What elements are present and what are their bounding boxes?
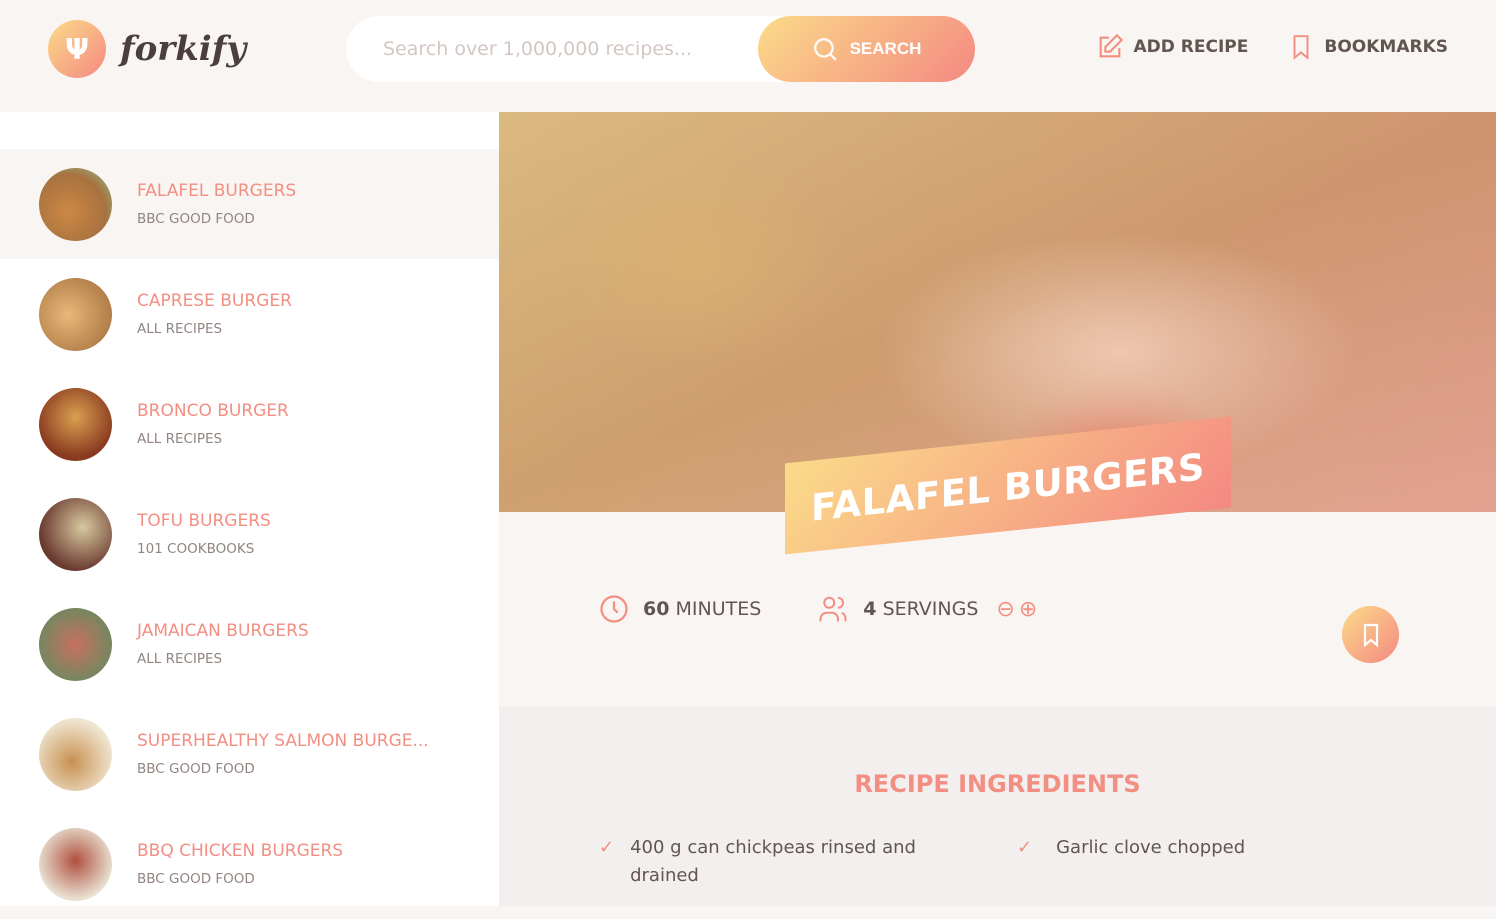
result-title: JAMAICAN BURGERS [137,621,309,641]
fork-spoon-icon: Ψ [48,20,106,78]
result-title: BRONCO BURGER [137,401,289,421]
result-item[interactable]: JAMAICAN BURGERS ALL RECIPES [0,589,499,699]
search-button[interactable]: SEARCH [758,16,975,82]
search-icon [813,38,837,61]
edit-icon [1099,33,1123,58]
decrease-servings-button[interactable]: ⊖ [996,597,1014,622]
clock-icon [600,595,628,623]
recipe-thumbnail [39,387,112,461]
check-icon: ✓ [1017,837,1033,858]
recipe-servings: 4 SERVINGS ⊖ ⊕ [817,594,1037,624]
servings-label: SERVINGS [882,598,979,620]
result-title: BBQ CHICKEN BURGERS [137,841,344,861]
result-title: FALAFEL BURGERS [137,181,297,201]
logo-text: forkify [120,29,247,69]
ingredient-description: Garlic clove chopped [1056,837,1246,858]
search-input[interactable] [383,38,743,60]
bookmark-icon [1363,623,1378,647]
recipe-details: 60 MINUTES 4 SERVINGS ⊖ ⊕ [499,512,1496,706]
bookmarks-label: BOOKMARKS [1324,37,1448,57]
minutes-label: MINUTES [675,598,762,620]
search-form: SEARCH [346,16,975,82]
result-publisher: BBC GOOD FOOD [137,761,255,777]
add-recipe-button[interactable]: ADD RECIPE [1096,33,1249,61]
nav: ADD RECIPE BOOKMARKS [1096,33,1448,61]
search-label: SEARCH [849,39,922,58]
result-title: TOFU BURGERS [137,511,271,531]
result-publisher: ALL RECIPES [137,651,223,667]
result-publisher: ALL RECIPES [137,321,223,337]
result-item[interactable]: TOFU BURGERS 101 COOKBOOKS [0,479,499,589]
recipe: FALAFEL BURGERS 60 MINUTES 4 SERVINGS ⊖ ⊕… [499,112,1496,906]
ingredient-quantity: 400 g [630,837,682,858]
result-publisher: 101 COOKBOOKS [137,541,255,557]
minutes-value: 60 [643,598,670,620]
logo[interactable]: Ψ forkify [48,20,246,78]
bookmark-recipe-button[interactable] [1342,606,1399,663]
result-item[interactable]: CAPRESE BURGER ALL RECIPES [0,259,499,369]
result-item[interactable]: BRONCO BURGER ALL RECIPES [0,369,499,479]
recipe-thumbnail [39,167,112,241]
recipe-time: 60 MINUTES [599,594,761,624]
result-publisher: BBC GOOD FOOD [137,871,255,887]
bookmarks-button[interactable]: BOOKMARKS [1288,33,1448,61]
ingredients-title: RECIPE INGREDIENTS [854,770,1141,798]
ingredient-item: ✓ 400 g can chickpeas rinsed and drained [599,834,929,890]
recipe-thumbnail [39,717,112,791]
result-title: CAPRESE BURGER [137,291,292,311]
servings-value: 4 [863,598,877,620]
search-results: FALAFEL BURGERS BBC GOOD FOOD CAPRESE BU… [0,112,499,906]
result-title: SUPERHEALTHY SALMON BURGE... [137,731,429,751]
result-item[interactable]: BBQ CHICKEN BURGERS BBC GOOD FOOD [0,809,499,919]
recipe-thumbnail [39,827,112,901]
result-item[interactable]: FALAFEL BURGERS BBC GOOD FOOD [0,149,499,259]
result-publisher: BBC GOOD FOOD [137,211,255,227]
result-publisher: ALL RECIPES [137,431,223,447]
recipe-ingredients: RECIPE INGREDIENTS ✓ 400 g can chickpeas… [499,706,1496,906]
bookmark-icon [1293,35,1309,60]
recipe-thumbnail [39,277,112,351]
result-item[interactable]: SUPERHEALTHY SALMON BURGE... BBC GOOD FO… [0,699,499,809]
ingredient-item: ✓ Garlic clove chopped [1017,834,1347,862]
increase-servings-button[interactable]: ⊕ [1019,597,1037,622]
recipe-thumbnail [39,607,112,681]
header: Ψ forkify SEARCH ADD RECIPE BOOKMARKS [0,0,1496,112]
recipe-thumbnail [39,497,112,571]
users-icon [819,596,847,622]
check-icon: ✓ [599,837,615,858]
add-recipe-label: ADD RECIPE [1133,37,1249,57]
